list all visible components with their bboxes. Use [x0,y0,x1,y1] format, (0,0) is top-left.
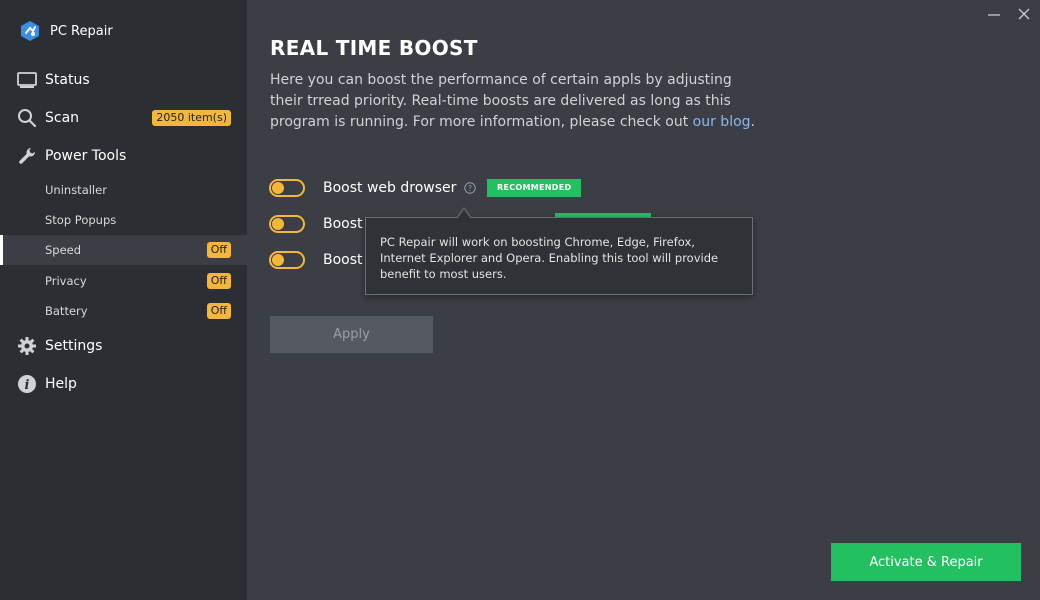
sidebar-item-battery[interactable]: Battery Off [0,296,247,326]
page-title: REAL TIME BOOST [270,36,478,60]
option-boost-2: Boost [269,212,363,236]
blog-link[interactable]: our blog [693,114,751,130]
svg-text:i: i [25,378,30,393]
sidebar-item-speed[interactable]: Speed Off [0,235,247,265]
tooltip: PC Repair will work on boosting Chrome, … [365,217,753,295]
description-end: . [750,114,755,130]
tooltip-arrow-inner [457,209,471,219]
sidebar-item-uninstaller[interactable]: Uninstaller [0,175,247,205]
sidebar-item-label: Stop Popups [45,213,117,227]
status-badge: Off [206,303,231,319]
sidebar-item-label: Battery [45,304,88,318]
sidebar-item-label: Speed [45,243,82,257]
option-label: Boost [323,216,363,232]
sidebar-item-privacy[interactable]: Privacy Off [0,266,247,296]
option-boost-web-browser: Boost web drowser ? [269,176,477,200]
boost-2-toggle[interactable] [269,215,305,233]
status-badge: Off [206,273,231,289]
info-icon: i [18,375,36,393]
app-window: PC Repair Status Scan 2050 item(s) Power [0,0,1040,600]
app-name: PC Repair [50,23,113,39]
boost-3-toggle[interactable] [269,251,305,269]
help-icon[interactable]: ? [464,182,477,194]
option-label: Boost [323,252,363,268]
description-text: Here you can boost the performance of ce… [270,72,732,130]
minimize-icon[interactable] [986,6,1002,22]
sidebar-item-label: Settings [45,338,103,354]
gear-icon [18,337,36,355]
sidebar-item-label: Privacy [45,274,87,288]
window-controls [986,6,1032,22]
boost-web-browser-toggle[interactable] [269,179,305,197]
sidebar: PC Repair Status Scan 2050 item(s) Power [0,0,247,600]
sidebar-item-stop-popups[interactable]: Stop Popups [0,205,247,235]
sidebar-item-label: Help [45,376,77,392]
option-boost-3: Boost [269,248,363,272]
sidebar-item-status[interactable]: Status [0,61,247,99]
status-badge: Off [206,242,231,258]
sidebar-item-label: Uninstaller [45,183,107,197]
sidebar-item-scan[interactable]: Scan 2050 item(s) [0,99,247,137]
sidebar-item-label: Power Tools [45,148,127,164]
brand: PC Repair [20,20,113,42]
sidebar-item-label: Scan [45,110,80,126]
sidebar-item-help[interactable]: i Help [0,365,247,403]
option-label: Boost web drowser [323,180,457,196]
page-description: Here you can boost the performance of ce… [270,70,760,133]
main-content: REAL TIME BOOST Here you can boost the p… [247,0,1040,600]
svg-text:?: ? [468,184,472,193]
activate-repair-button[interactable]: Activate & Repair [831,543,1021,581]
sidebar-item-label: Status [45,72,90,88]
sidebar-item-settings[interactable]: Settings [0,327,247,365]
close-icon[interactable] [1016,6,1032,22]
recommended-badge: RECOMMENDED [487,179,582,197]
scan-count-badge: 2050 item(s) [152,110,231,126]
apply-button[interactable]: Apply [270,316,433,353]
wrench-icon [19,148,35,164]
app-logo-icon [21,21,39,41]
monitor-icon [17,72,37,88]
search-icon [18,109,37,128]
sidebar-item-power-tools[interactable]: Power Tools [0,137,247,175]
